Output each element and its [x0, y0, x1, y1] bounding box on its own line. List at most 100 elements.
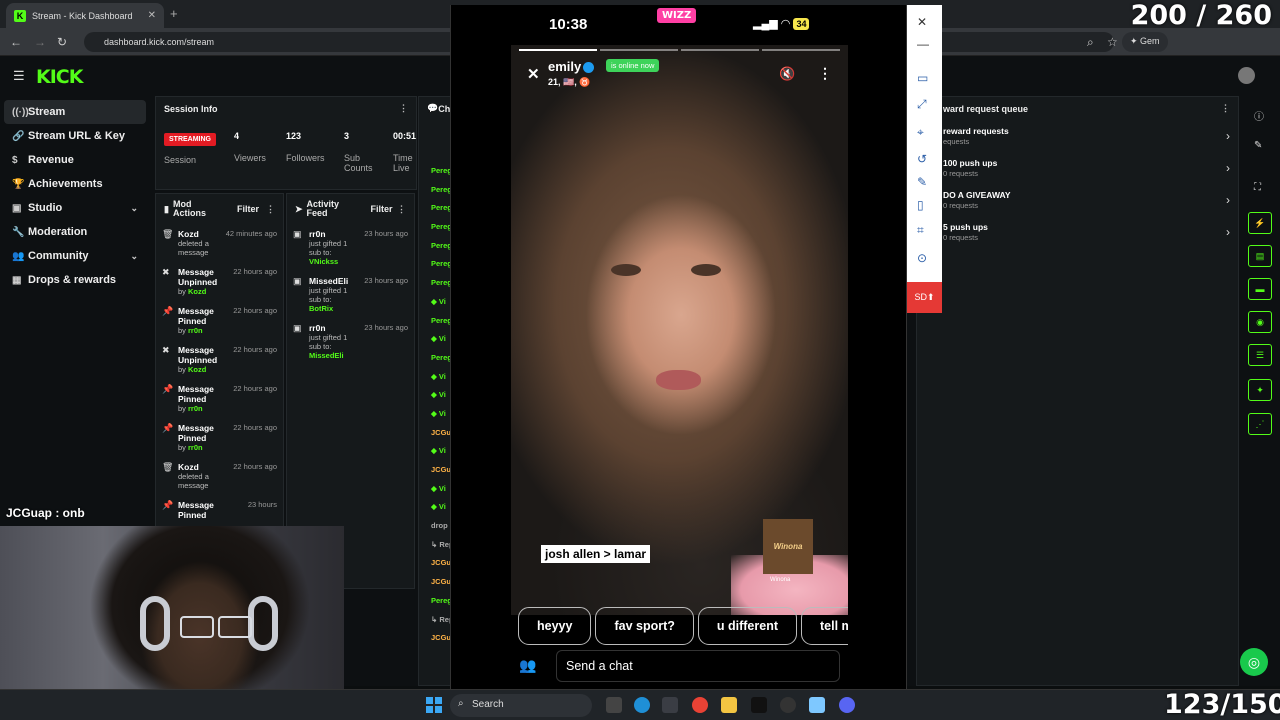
mod-action-user[interactable]: Kozd — [188, 287, 206, 296]
sidebar-item-community[interactable]: 👥 Community ⌄ — [4, 244, 146, 268]
gemini-button[interactable]: ✦ Gem — [1122, 32, 1168, 52]
profile-name[interactable]: emily — [548, 59, 595, 74]
notes-icon[interactable]: ▤ — [1248, 245, 1272, 267]
sd-upload-button[interactable]: SD⬆ — [907, 282, 942, 313]
tab-title: Stream - Kick Dashboard — [32, 10, 133, 21]
more-options-icon[interactable]: ⋮ — [1221, 103, 1230, 114]
pencil-icon[interactable]: ✎ — [1254, 140, 1262, 151]
mod-action-user[interactable]: rr0n — [188, 326, 203, 335]
bookmark-star-icon[interactable]: ☆ — [1107, 35, 1118, 49]
rotate-icon[interactable]: ↺ — [917, 152, 927, 166]
forward-icon[interactable]: → — [34, 35, 46, 49]
reload-icon[interactable]: ↻ — [57, 35, 67, 49]
layers-icon[interactable]: ☰ — [1248, 344, 1272, 366]
pen-icon[interactable]: ✎ — [917, 175, 927, 189]
more-options-icon[interactable]: ⋮ — [266, 204, 275, 215]
mirror-app-icon[interactable] — [809, 697, 825, 713]
sidebar-item-revenue[interactable]: $ Revenue — [4, 148, 146, 172]
activity-target[interactable]: BotRix — [309, 304, 333, 313]
music-sticker[interactable]: Winona — [763, 519, 813, 574]
mod-action-user[interactable]: rr0n — [188, 404, 203, 413]
info-icon[interactable]: ⓘ — [1254, 108, 1264, 123]
filter-button[interactable]: Filter — [237, 204, 259, 214]
chat-bubble-icon[interactable]: ▬ — [1248, 278, 1272, 300]
filter-button[interactable]: Filter — [371, 204, 393, 214]
close-icon[interactable]: ✕ — [917, 15, 927, 29]
help-icon[interactable]: ◎ — [1240, 648, 1268, 676]
mod-action-sub-text: by — [178, 443, 186, 452]
wrench-icon[interactable]: ✦ — [1248, 379, 1272, 401]
session-info-panel: Session Info ⋮ STREAMING Session 4 Viewers… — [155, 96, 417, 190]
friends-icon[interactable]: 👥 — [519, 657, 536, 674]
activity-user[interactable]: rr0n — [309, 323, 356, 333]
new-tab-icon[interactable]: + — [170, 6, 178, 21]
expand-icon[interactable]: ⛶ — [1254, 182, 1261, 193]
chat-input[interactable]: Send a chat — [556, 650, 840, 682]
windows-start-icon[interactable] — [426, 697, 442, 713]
activity-user[interactable]: rr0n — [309, 229, 356, 239]
phone-status-bar: ▂▄▆ ◠ 34 — [753, 17, 810, 30]
task-view-icon[interactable] — [606, 697, 622, 713]
activity-target[interactable]: VNickss — [309, 257, 338, 266]
sidebar-item-moderation[interactable]: 🔧 Moderation — [4, 220, 146, 244]
tiktok-icon[interactable] — [751, 697, 767, 713]
chrome-icon[interactable] — [692, 697, 708, 713]
window-icon[interactable]: ▯ — [917, 198, 924, 212]
hamburger-menu-icon[interactable]: ☰ — [13, 68, 25, 84]
quick-reply-chip[interactable]: tell m — [801, 607, 848, 645]
sidebar-item-drops[interactable]: ▦ Drops & rewards — [4, 268, 146, 292]
panel-title: Activity Feed — [306, 199, 340, 218]
more-options-icon[interactable]: ⋮ — [399, 103, 408, 114]
mod-action-sub: deleted a message — [178, 239, 225, 257]
sidebar-item-stream[interactable]: ((·)) Stream — [4, 100, 146, 124]
discord-icon[interactable] — [839, 697, 855, 713]
record-icon[interactable]: ⊙ — [917, 251, 927, 265]
share-icon[interactable]: ⋰ — [1248, 413, 1272, 435]
mute-icon[interactable]: 🔇 — [779, 66, 795, 82]
activity-user[interactable]: MissedEli — [309, 276, 356, 286]
mod-action-user[interactable]: rr0n — [188, 443, 203, 452]
mod-action-sub-text: deleted a message — [178, 239, 209, 257]
close-icon[interactable]: ✕ — [527, 65, 540, 83]
fullscreen-icon[interactable]: ⤢ — [917, 97, 927, 112]
browser-tab[interactable]: K Stream - Kick Dashboard ✕ — [6, 3, 164, 28]
minimize-icon[interactable]: — — [917, 37, 929, 51]
store-icon[interactable] — [662, 697, 678, 713]
screen-icon[interactable]: ▭ — [917, 71, 928, 85]
lightning-icon[interactable]: ⚡ — [1248, 212, 1272, 234]
reward-row[interactable]: DO A GIVEAWAY 0 requests › — [917, 184, 1238, 216]
folder-icon[interactable] — [721, 697, 737, 713]
reward-row[interactable]: reward requests equests › — [917, 120, 1238, 152]
mod-action-user[interactable]: Kozd — [188, 365, 206, 374]
reward-row[interactable]: 100 push ups 0 requests › — [917, 152, 1238, 184]
quick-reply-chip[interactable]: heyyy — [518, 607, 592, 645]
obs-icon[interactable] — [780, 697, 796, 713]
story-progress — [600, 49, 678, 51]
activity-target[interactable]: MissedEli — [309, 351, 344, 360]
sidebar-item-stream-url[interactable]: 🔗 Stream URL & Key — [4, 124, 146, 148]
edge-icon[interactable] — [634, 697, 650, 713]
back-icon[interactable]: ← — [10, 35, 22, 49]
more-options-icon[interactable]: ⋮ — [397, 204, 406, 215]
mod-action-sub-text: by — [178, 326, 186, 335]
sidebar-item-studio[interactable]: ▣ Studio ⌄ — [4, 196, 146, 220]
pin-icon[interactable]: ⌖ — [917, 125, 924, 140]
quick-reply-chip[interactable]: u different — [697, 607, 797, 645]
gemini-label: Gem — [1140, 36, 1160, 46]
reward-row[interactable]: 5 push ups 0 requests › — [917, 216, 1238, 248]
taskbar-search[interactable]: ⌕ Search — [450, 694, 592, 717]
more-options-icon[interactable]: ⋮ — [818, 65, 832, 82]
video-story[interactable]: ✕ emily 21, 🇺🇸, ♉ is online now 🔇 ⋮ josh… — [511, 45, 848, 615]
reward-text: 5 push ups 0 requests — [943, 222, 988, 242]
close-tab-icon[interactable]: ✕ — [148, 10, 156, 21]
search-label: Search — [472, 699, 504, 710]
zoom-icon[interactable]: ⌕ — [1087, 35, 1094, 50]
quick-reply-chip[interactable]: fav sport? — [595, 607, 694, 645]
chevron-down-icon: ⌄ — [130, 250, 138, 261]
sidebar-item-achievements[interactable]: 🏆 Achievements — [4, 172, 146, 196]
mod-action-title: Kozd — [178, 462, 199, 472]
avatar[interactable] — [1238, 67, 1255, 84]
kick-logo[interactable]: KICK — [36, 66, 83, 88]
crop-icon[interactable]: ⌗ — [917, 223, 924, 238]
broadcast-icon[interactable]: ◉ — [1248, 311, 1272, 333]
